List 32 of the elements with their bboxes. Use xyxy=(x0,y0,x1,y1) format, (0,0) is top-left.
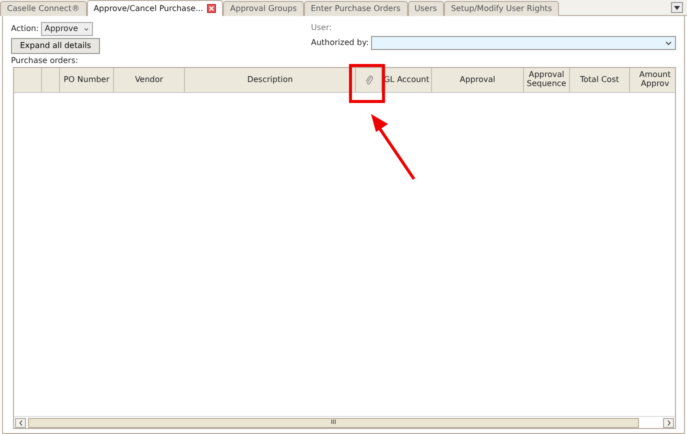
expand-all-details-button[interactable]: Expand all details xyxy=(11,38,100,54)
column-header[interactable]: PO Number xyxy=(60,68,114,92)
tab-list-button[interactable] xyxy=(671,2,683,13)
column-header[interactable]: Approval xyxy=(432,68,524,92)
chevron-icon xyxy=(84,26,89,32)
column-header[interactable]: Description xyxy=(185,68,356,92)
column-header[interactable]: Total Cost xyxy=(570,68,630,92)
pointer-arrow xyxy=(368,112,418,182)
caret-icon xyxy=(674,6,680,10)
tab[interactable]: Approve/Cancel Purchase... xyxy=(86,0,224,16)
left-chevron-icon xyxy=(18,420,22,426)
action-dropdown[interactable]: Approve xyxy=(40,22,93,36)
close-icon[interactable] xyxy=(207,4,216,13)
tab[interactable]: Setup/Modify User Rights xyxy=(444,1,559,16)
scroll-left-button[interactable] xyxy=(15,418,26,428)
authorized-by-label: Authorized by: xyxy=(311,37,369,49)
tab[interactable]: Approval Groups xyxy=(223,1,304,16)
scroll-right-button[interactable] xyxy=(663,418,674,428)
chevron-icon xyxy=(665,40,672,46)
action-label: Action: xyxy=(11,23,39,35)
tab[interactable]: Caselle Connect® xyxy=(0,1,87,16)
column-header[interactable]: Amount Approv xyxy=(630,68,675,92)
right-chevron-icon xyxy=(666,420,670,426)
tab[interactable]: Enter Purchase Orders xyxy=(304,1,408,16)
highlight-rectangle xyxy=(349,64,385,103)
column-header[interactable]: Vendor xyxy=(114,68,185,92)
user-label: User: xyxy=(311,22,333,34)
paperclip-icon xyxy=(364,75,372,85)
tab[interactable]: Users xyxy=(408,1,444,16)
purchase-orders-label: Purchase orders: xyxy=(11,55,80,67)
column-header[interactable]: Approval Sequence xyxy=(524,68,570,92)
authorized-by-dropdown[interactable] xyxy=(370,36,676,50)
